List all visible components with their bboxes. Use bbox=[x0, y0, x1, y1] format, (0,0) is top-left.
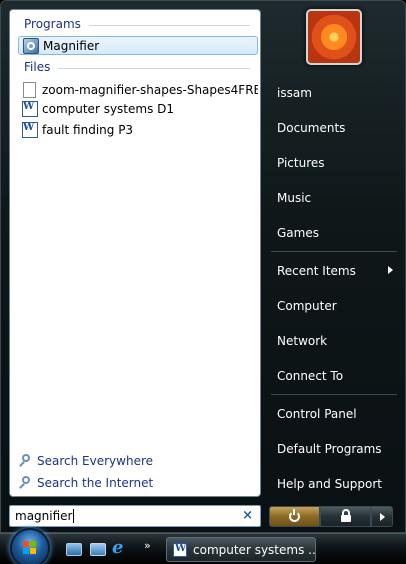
start-menu-results-panel: Programs Magnifier Files zoom-magnifier-… bbox=[9, 9, 261, 497]
files-header: Files bbox=[24, 60, 250, 74]
result-label: Magnifier bbox=[43, 38, 100, 53]
search-everywhere-link[interactable]: Search Everywhere bbox=[18, 454, 153, 468]
word-document-icon bbox=[22, 121, 38, 138]
lock-icon bbox=[340, 509, 351, 522]
result-item-file[interactable]: fault finding P3 bbox=[18, 120, 258, 139]
default-programs-link[interactable]: Default Programs bbox=[277, 442, 382, 456]
start-button[interactable] bbox=[10, 528, 50, 564]
clear-search-icon[interactable]: × bbox=[242, 508, 253, 523]
search-input-value: magnifier bbox=[15, 509, 73, 523]
search-icon bbox=[18, 454, 32, 468]
quicklaunch-overflow-icon[interactable]: » bbox=[144, 539, 151, 552]
menu-divider bbox=[271, 394, 397, 395]
music-link[interactable]: Music bbox=[277, 191, 311, 205]
power-button[interactable] bbox=[269, 506, 320, 527]
documents-link[interactable]: Documents bbox=[277, 121, 345, 135]
lock-button[interactable] bbox=[320, 506, 371, 527]
shutdown-options-button[interactable] bbox=[371, 506, 393, 527]
taskbar-button-label: computer systems ... bbox=[193, 542, 316, 557]
header-divider bbox=[58, 67, 250, 69]
result-label: fault finding P3 bbox=[42, 122, 134, 137]
result-item-file[interactable]: computer systems D1 bbox=[18, 99, 258, 118]
user-picture-avatar[interactable] bbox=[306, 9, 362, 65]
start-menu: Programs Magnifier Files zoom-magnifier-… bbox=[0, 0, 406, 533]
search-internet-link[interactable]: Search the Internet bbox=[18, 476, 153, 490]
control-panel-link[interactable]: Control Panel bbox=[277, 407, 357, 421]
games-link[interactable]: Games bbox=[277, 226, 319, 240]
show-desktop-icon[interactable] bbox=[66, 543, 82, 556]
menu-divider bbox=[271, 251, 397, 252]
magnifier-icon bbox=[23, 37, 39, 54]
taskbar: e » computer systems ... bbox=[0, 528, 406, 564]
result-label: computer systems D1 bbox=[42, 101, 175, 116]
search-icon bbox=[18, 476, 32, 490]
programs-header: Programs bbox=[24, 17, 250, 31]
arrow-right-icon bbox=[379, 512, 385, 521]
connect-to-link[interactable]: Connect To bbox=[277, 369, 343, 383]
result-item-file[interactable]: zoom-magnifier-shapes-Shapes4FREE.... bbox=[18, 80, 258, 99]
word-document-icon bbox=[22, 100, 38, 117]
result-label: zoom-magnifier-shapes-Shapes4FREE.... bbox=[42, 82, 258, 97]
internet-explorer-icon[interactable]: e bbox=[112, 539, 130, 557]
pictures-link[interactable]: Pictures bbox=[277, 156, 325, 170]
start-search-input[interactable]: magnifier × bbox=[9, 505, 261, 527]
power-controls bbox=[269, 506, 393, 527]
submenu-arrow-icon bbox=[388, 266, 393, 274]
text-caret bbox=[73, 509, 75, 523]
word-document-icon bbox=[173, 542, 187, 557]
result-item-magnifier[interactable]: Magnifier bbox=[18, 36, 258, 55]
header-divider bbox=[88, 24, 250, 26]
user-name-link[interactable]: issam bbox=[277, 86, 312, 100]
power-icon bbox=[289, 509, 300, 522]
help-and-support-link[interactable]: Help and Support bbox=[277, 477, 382, 491]
taskbar-button-word[interactable]: computer systems ... bbox=[166, 537, 316, 562]
document-icon bbox=[23, 81, 36, 98]
network-link[interactable]: Network bbox=[277, 334, 327, 348]
windows-logo-icon bbox=[23, 541, 37, 555]
recent-items-link[interactable]: Recent Items bbox=[277, 264, 356, 278]
switch-windows-icon[interactable] bbox=[90, 543, 106, 556]
computer-link[interactable]: Computer bbox=[277, 299, 337, 313]
